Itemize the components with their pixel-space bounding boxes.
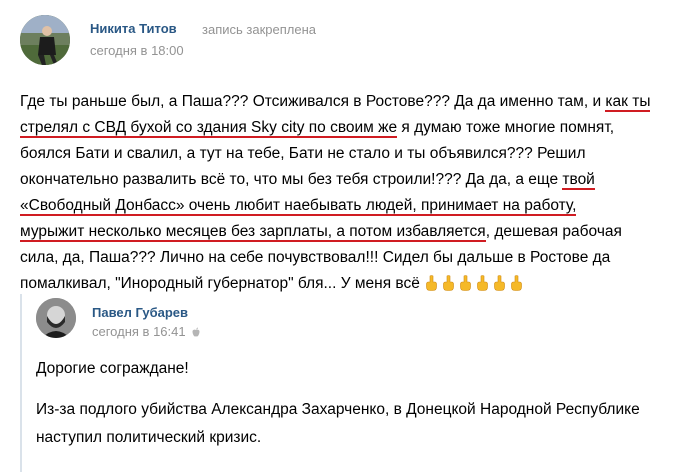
post-line: Где ты раньше был, а Паша??? Отсиживался… [20, 93, 651, 112]
middle-finger-icon [426, 275, 437, 291]
wall-post: Никита Титов запись закреплена сегодня в… [0, 0, 691, 472]
repost-time[interactable]: сегодня в 16:41 [92, 324, 200, 339]
repost-text: Дорогие сограждане! Из-за подлого убийст… [36, 356, 686, 452]
middle-finger-icon [477, 275, 488, 291]
middle-finger-icon [460, 275, 471, 291]
post-time[interactable]: сегодня в 18:00 [90, 43, 184, 58]
post-line: боялся Бати и свалил, а тут на тебе, Бат… [20, 145, 586, 162]
middle-finger-icon [494, 275, 505, 291]
repost-quote-bar [20, 294, 22, 472]
post-line: мурыжит несколько месяцев без зарплаты, … [20, 223, 622, 242]
post-line: «Свободный Донбасс» очень любит наебыват… [20, 197, 577, 216]
repost-paragraph: Из-за подлого убийства Александра Захарч… [36, 401, 640, 446]
avatar-photo [36, 298, 76, 338]
post-line: окончательно развалить всё то, что мы бе… [20, 171, 595, 190]
middle-finger-icon [443, 275, 454, 291]
repost-author-avatar[interactable] [36, 298, 76, 338]
middle-finger-icon [511, 275, 522, 291]
repost-author-name[interactable]: Павел Губарев [92, 305, 188, 320]
avatar-photo [20, 15, 70, 65]
emoji-row [420, 275, 522, 292]
pinned-label: запись закреплена [202, 22, 316, 37]
author-avatar[interactable] [20, 15, 70, 65]
author-name[interactable]: Никита Титов [90, 21, 177, 36]
apple-icon [192, 327, 200, 337]
post-line: стрелял с СВД бухой со здания Sky city п… [20, 119, 615, 138]
post-text: Где ты раньше был, а Паша??? Отсиживался… [20, 89, 680, 297]
repost-paragraph: Дорогие сограждане! [36, 360, 189, 377]
post-line: помалкивал, "Инородный губернатор" бля..… [20, 271, 680, 297]
post-line: сила, да, Паша??? Лично на себе почувств… [20, 249, 611, 266]
